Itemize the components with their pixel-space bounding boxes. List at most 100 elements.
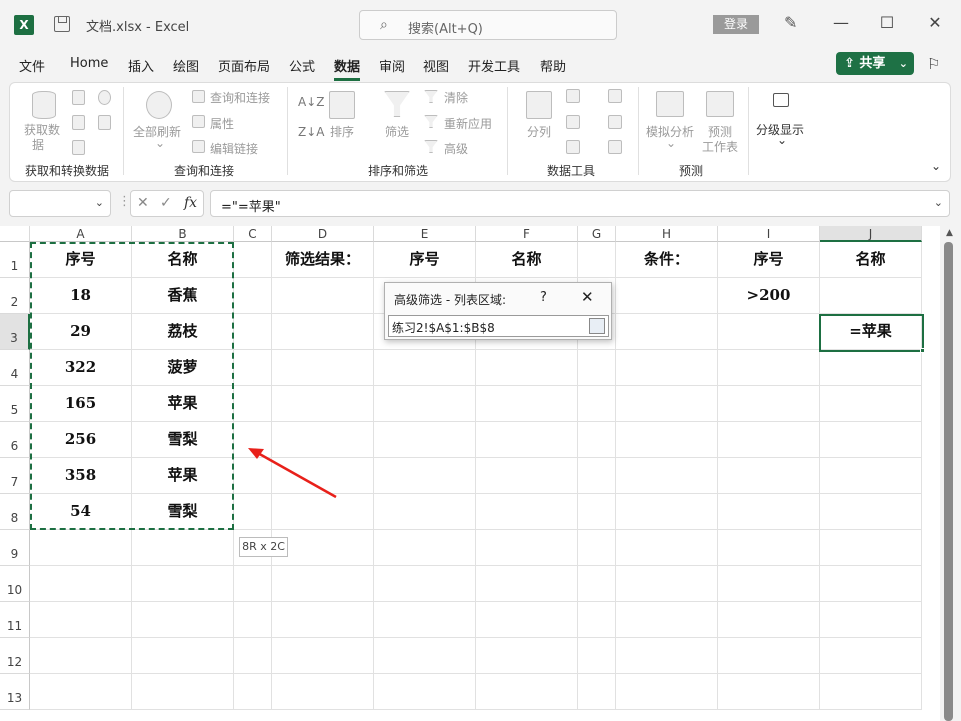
cell-f8[interactable] (476, 494, 578, 530)
cell-b11[interactable] (132, 602, 234, 638)
row-header-7[interactable]: 7 (0, 458, 30, 494)
close-button[interactable]: ✕ (920, 13, 950, 32)
cell-g10[interactable] (578, 566, 616, 602)
relationships-icon[interactable] (608, 115, 622, 129)
column-header-j[interactable]: J (820, 226, 922, 242)
scroll-up-icon[interactable]: ▲ (946, 228, 953, 238)
from-web-icon[interactable] (72, 115, 85, 130)
row-header-12[interactable]: 12 (0, 638, 30, 674)
existing-connections-icon[interactable] (98, 115, 111, 130)
tab-home[interactable]: Home (70, 56, 108, 71)
column-header-d[interactable]: D (272, 226, 374, 242)
name-box[interactable]: ⌄ (9, 190, 111, 217)
cell-e8[interactable] (374, 494, 476, 530)
row-header-8[interactable]: 8 (0, 494, 30, 530)
cell-f11[interactable] (476, 602, 578, 638)
cell-d2[interactable] (272, 278, 374, 314)
cell-e9[interactable] (374, 530, 476, 566)
cell-g7[interactable] (578, 458, 616, 494)
cell-d11[interactable] (272, 602, 374, 638)
cell-j7[interactable] (820, 458, 922, 494)
cell-g13[interactable] (578, 674, 616, 710)
cell-a12[interactable] (30, 638, 132, 674)
text-to-columns-button[interactable]: 分列 (527, 123, 551, 140)
cell-j6[interactable] (820, 422, 922, 458)
row-header-13[interactable]: 13 (0, 674, 30, 710)
tab-page-layout[interactable]: 页面布局 (218, 56, 270, 75)
cell-e4[interactable] (374, 350, 476, 386)
select-all-corner[interactable] (0, 226, 30, 242)
cell-h4[interactable] (616, 350, 718, 386)
cell-g6[interactable] (578, 422, 616, 458)
get-data-label-2[interactable]: 据 (32, 136, 44, 153)
cell-h5[interactable] (616, 386, 718, 422)
cancel-icon[interactable]: ✕ (137, 195, 149, 211)
cell-c12[interactable] (234, 638, 272, 674)
maximize-button[interactable]: ☐ (872, 13, 902, 32)
cell-f9[interactable] (476, 530, 578, 566)
row-header-1[interactable]: 1 (0, 242, 30, 278)
cell-j2[interactable] (820, 278, 922, 314)
row-header-5[interactable]: 5 (0, 386, 30, 422)
cell-e13[interactable] (374, 674, 476, 710)
cell-e12[interactable] (374, 638, 476, 674)
enter-icon[interactable]: ✓ (160, 195, 172, 211)
column-header-i[interactable]: I (718, 226, 820, 242)
tab-draw[interactable]: 绘图 (173, 56, 199, 75)
cell-b12[interactable] (132, 638, 234, 674)
comment-icon[interactable]: ⚐ (927, 55, 940, 73)
flash-fill-icon[interactable] (566, 89, 580, 103)
tab-data[interactable]: 数据 (334, 56, 361, 81)
cell-c5[interactable] (234, 386, 272, 422)
tab-help[interactable]: 帮助 (540, 56, 566, 75)
cell-g8[interactable] (578, 494, 616, 530)
cell-f12[interactable] (476, 638, 578, 674)
cell-j4[interactable] (820, 350, 922, 386)
cell-j13[interactable] (820, 674, 922, 710)
cell-f4[interactable] (476, 350, 578, 386)
cell-j9[interactable] (820, 530, 922, 566)
cell-b13[interactable] (132, 674, 234, 710)
cell-g4[interactable] (578, 350, 616, 386)
cell-h10[interactable] (616, 566, 718, 602)
column-header-b[interactable]: B (132, 226, 234, 242)
recent-sources-icon[interactable] (98, 90, 111, 105)
cell-a13[interactable] (30, 674, 132, 710)
column-header-h[interactable]: H (616, 226, 718, 242)
column-header-e[interactable]: E (374, 226, 476, 242)
cell-j1[interactable]: 名称 (820, 242, 922, 278)
sort-button[interactable]: 排序 (330, 123, 354, 140)
row-header-9[interactable]: 9 (0, 530, 30, 566)
cell-c1[interactable] (234, 242, 272, 278)
save-icon[interactable] (54, 16, 70, 32)
sort-za-button[interactable]: Z↓A (298, 125, 324, 139)
share-button[interactable]: ⇪ 共享 ⌄ (836, 52, 914, 75)
cell-f7[interactable] (476, 458, 578, 494)
cell-j8[interactable] (820, 494, 922, 530)
cell-i12[interactable] (718, 638, 820, 674)
cell-i7[interactable] (718, 458, 820, 494)
tab-insert[interactable]: 插入 (128, 56, 154, 75)
cell-g12[interactable] (578, 638, 616, 674)
collapse-ribbon-icon[interactable]: ⌄ (931, 159, 941, 173)
cell-g5[interactable] (578, 386, 616, 422)
cell-i13[interactable] (718, 674, 820, 710)
cell-j5[interactable] (820, 386, 922, 422)
cell-d5[interactable] (272, 386, 374, 422)
cell-e5[interactable] (374, 386, 476, 422)
cell-i10[interactable] (718, 566, 820, 602)
consolidate-icon[interactable] (608, 89, 622, 103)
cell-c3[interactable] (234, 314, 272, 350)
search-input[interactable]: ⌕ 搜索(Alt+Q) (359, 10, 617, 40)
sort-az-button[interactable]: A↓Z (298, 95, 324, 109)
cell-j12[interactable] (820, 638, 922, 674)
forecast-button-line2[interactable]: 工作表 (702, 138, 738, 155)
cell-g1[interactable] (578, 242, 616, 278)
row-header-11[interactable]: 11 (0, 602, 30, 638)
help-button[interactable]: ? (540, 290, 547, 305)
cell-i1[interactable]: 序号 (718, 242, 820, 278)
cell-j10[interactable] (820, 566, 922, 602)
data-model-icon[interactable] (608, 140, 622, 154)
cell-h6[interactable] (616, 422, 718, 458)
cell-i4[interactable] (718, 350, 820, 386)
